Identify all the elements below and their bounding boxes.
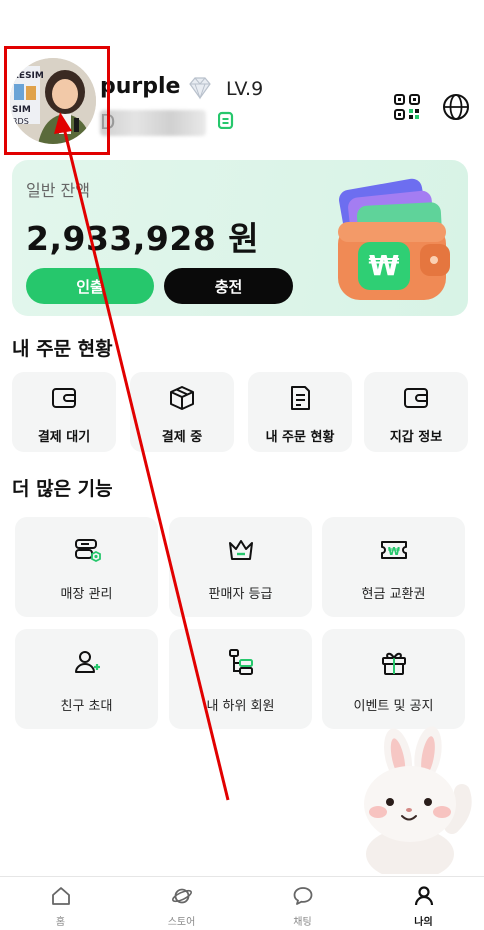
order-in-payment-label: 결제 중: [161, 430, 203, 445]
nav-store[interactable]: 스토어: [121, 877, 242, 930]
feature-seller-grade-label: 판매자 등급: [208, 587, 273, 602]
feature-sub-members-label: 내 하위 회원: [206, 699, 275, 714]
user-id-redacted: [100, 110, 206, 136]
feature-seller-grade[interactable]: 판매자 등급: [169, 517, 312, 617]
won-ticket-icon: ₩: [380, 541, 407, 559]
feature-invite-friend[interactable]: 친구 초대: [15, 629, 158, 729]
annotation-highlight-box: [4, 46, 110, 155]
nav-home[interactable]: 홈: [0, 877, 121, 930]
order-my-orders[interactable]: 내 주문 현황: [248, 372, 352, 452]
document-icon: [291, 386, 310, 410]
order-pending-payment-label: 결제 대기: [37, 430, 91, 445]
feature-sub-members[interactable]: 내 하위 회원: [169, 629, 312, 729]
wallet-icon: [404, 388, 428, 408]
feature-store-management[interactable]: 매장 관리: [15, 517, 158, 617]
nav-chat[interactable]: 채팅: [242, 877, 363, 930]
gift-icon: [381, 652, 406, 675]
feature-cash-voucher[interactable]: ₩ 현금 교환권: [322, 517, 465, 617]
order-wallet-info-label: 지갑 정보: [389, 430, 443, 445]
wallet-icon: [52, 388, 76, 408]
withdraw-button[interactable]: 인출: [26, 268, 154, 304]
order-wallet-info[interactable]: 지갑 정보: [364, 372, 468, 452]
copy-icon[interactable]: [218, 111, 234, 129]
store-settings-icon: [74, 539, 101, 563]
order-in-payment[interactable]: 결제 중: [130, 372, 234, 452]
balance-amount: 2,933,928 원: [26, 219, 260, 258]
bottom-navigation: 홈 스토어 채팅 나의: [0, 876, 484, 930]
crown-icon: [228, 540, 253, 560]
planet-icon: [171, 888, 192, 904]
order-pending-payment[interactable]: 결제 대기: [12, 372, 116, 452]
feature-cash-voucher-label: 현금 교환권: [361, 587, 426, 602]
nav-my[interactable]: 나의: [363, 877, 484, 930]
feature-events-notices[interactable]: 이벤트 및 공지: [322, 629, 465, 729]
order-my-orders-label: 내 주문 현황: [265, 430, 335, 445]
feature-invite-friend-label: 친구 초대: [60, 699, 113, 714]
username: purple: [100, 74, 181, 99]
feature-store-management-label: 매장 관리: [60, 587, 113, 602]
balance-card: 일반 잔액 2,933,928 원 인출 충전 ₩: [12, 160, 468, 316]
home-icon: [51, 887, 70, 905]
feature-events-notices-label: 이벤트 및 공지: [353, 699, 434, 714]
nav-my-label: 나의: [414, 917, 433, 928]
add-user-icon: [74, 651, 100, 673]
qr-code-icon[interactable]: [393, 93, 421, 121]
charge-button[interactable]: 충전: [164, 268, 293, 304]
diamond-icon: [189, 77, 211, 100]
features-section-title: 더 많은 기능: [12, 478, 113, 500]
nav-store-label: 스토어: [167, 917, 196, 928]
user-icon: [414, 886, 433, 906]
wallet-illustration: ₩: [338, 178, 450, 300]
wallet-badge-text: ₩: [369, 249, 400, 282]
bunny-mascot: [364, 726, 472, 874]
globe-icon[interactable]: [442, 93, 470, 121]
hierarchy-icon: [228, 649, 253, 675]
svg-text:₩: ₩: [387, 545, 399, 558]
chat-icon: [293, 887, 312, 905]
user-level: LV.9: [226, 78, 264, 100]
orders-section-title: 내 주문 현황: [12, 338, 113, 360]
balance-label: 일반 잔액: [26, 181, 90, 200]
nav-chat-label: 채팅: [293, 917, 312, 928]
box-icon: [170, 386, 194, 410]
nav-home-label: 홈: [55, 917, 66, 928]
